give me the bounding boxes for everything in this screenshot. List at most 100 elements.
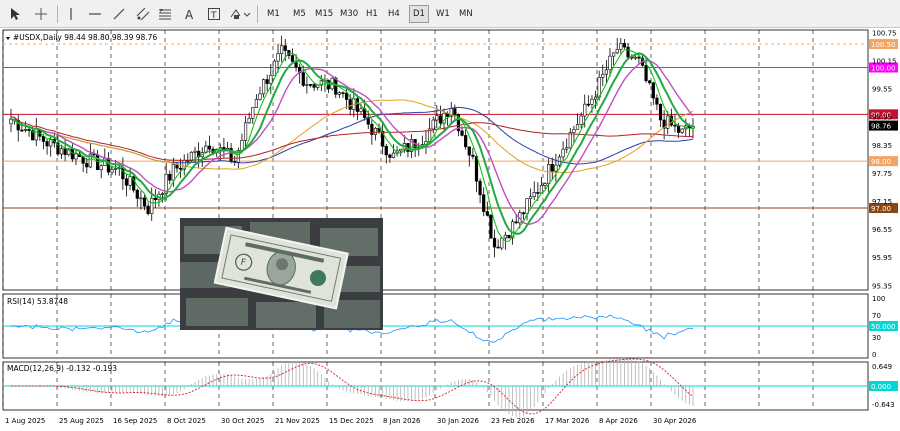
candle [572, 129, 576, 133]
candle [601, 73, 605, 78]
candle [626, 46, 630, 58]
date-label: 25 Aug 2025 [59, 417, 104, 425]
candle [575, 124, 580, 130]
candle [622, 43, 627, 48]
chart-area[interactable]: 100.50 100.00 99.00 98.00 97.00 100.75 100.15 9… [0, 28, 900, 429]
candle [593, 96, 598, 100]
candle [399, 148, 403, 152]
candle [160, 193, 165, 195]
candle [251, 107, 255, 119]
candle [207, 145, 212, 150]
timeframe-d1-button[interactable]: D1 [409, 5, 429, 23]
timeframe-h4-button[interactable]: H4 [385, 4, 403, 24]
candle [341, 92, 345, 94]
macd-zero-label: 0.000 [871, 383, 891, 391]
candle [305, 84, 309, 86]
candle [619, 43, 623, 50]
candle [680, 128, 684, 133]
fibonacci-icon[interactable]: F [156, 4, 174, 24]
candle [283, 45, 287, 51]
timeframe-h1-button[interactable]: H1 [363, 4, 381, 24]
price-scale-label: 100.75 [872, 29, 897, 37]
rsi-scale-label: 100 [872, 295, 885, 303]
candle [525, 198, 529, 215]
price-chart[interactable]: 100.50100.0099.0098.0097.00100.75100.159… [0, 28, 900, 429]
candle [171, 163, 175, 181]
candle [391, 152, 396, 158]
candle [280, 45, 284, 54]
candle [153, 197, 157, 201]
candle [666, 115, 670, 129]
vertical-line-icon[interactable] [62, 4, 80, 24]
rsi-scale-label: 0 [872, 351, 876, 359]
cursor-icon[interactable] [6, 4, 24, 24]
svg-text:F: F [160, 9, 163, 15]
timeframe-m15-button[interactable]: M15 [312, 4, 336, 24]
candle [648, 80, 652, 84]
date-label: 15 Dec 2025 [329, 417, 374, 425]
candle [565, 147, 569, 150]
candle [110, 169, 114, 173]
candle [290, 55, 295, 62]
timeframe-mn-button[interactable]: MN [456, 4, 476, 24]
timeframe-w1-button[interactable]: W1 [433, 4, 453, 24]
candle [243, 122, 248, 141]
candle [460, 130, 464, 136]
candle [49, 139, 53, 147]
price-scale-label: 96.55 [872, 226, 892, 234]
panel-border-1 [2, 29, 869, 291]
candle [146, 205, 150, 214]
price-scale-label: 95.35 [872, 282, 892, 290]
price-scale-label: 98.95 [872, 114, 892, 122]
candle [114, 168, 118, 170]
shapes-icon[interactable] [229, 4, 251, 24]
candle [474, 156, 479, 182]
candle [612, 52, 616, 57]
horizontal-line-icon[interactable] [86, 4, 104, 24]
candle [500, 237, 504, 249]
candle [431, 119, 435, 130]
candle [467, 146, 471, 156]
candle [74, 153, 78, 160]
channel-icon[interactable] [134, 4, 152, 24]
candle [348, 99, 352, 110]
candle [561, 148, 565, 158]
candle [334, 77, 338, 95]
candle [644, 65, 648, 82]
crosshair-icon[interactable] [32, 4, 50, 24]
macd-scale-label: 0.649 [872, 363, 892, 371]
candle [85, 163, 89, 168]
candle [70, 148, 74, 160]
candle [168, 173, 172, 181]
price-scale-label: 99.55 [872, 86, 892, 94]
macd-scale-label: -0.643 [872, 401, 895, 409]
candle [142, 197, 147, 207]
candle [590, 98, 594, 105]
candle [128, 176, 132, 186]
timeframe-m1-button[interactable]: M1 [264, 4, 283, 24]
candle [604, 69, 608, 75]
candle [240, 140, 244, 151]
date-label: 30 Jan 2026 [437, 417, 480, 425]
candle [99, 165, 103, 171]
candle [543, 183, 547, 186]
candle [482, 194, 486, 212]
rsi-scale-label: 30 [872, 334, 881, 342]
text-label-icon[interactable]: T [205, 4, 223, 24]
timeframe-m5-button[interactable]: M5 [290, 4, 309, 24]
price-scale-label: 100.15 [872, 57, 897, 65]
candle [673, 124, 677, 127]
candle [355, 98, 360, 112]
candle [312, 84, 316, 88]
candle [503, 234, 507, 239]
macd-title: MACD(12,26,9) -0.132 -0.193 [7, 364, 117, 373]
candle [608, 55, 612, 71]
trendline-icon[interactable] [110, 4, 128, 24]
rsi-scale-label: 70 [872, 312, 881, 320]
timeframe-m30-button[interactable]: M30 [337, 4, 361, 24]
candle [388, 154, 392, 158]
svg-text:A: A [185, 8, 194, 21]
text-icon[interactable]: A [181, 4, 199, 24]
date-label: 30 Oct 2025 [221, 417, 264, 425]
toolbar-separator [257, 5, 258, 23]
